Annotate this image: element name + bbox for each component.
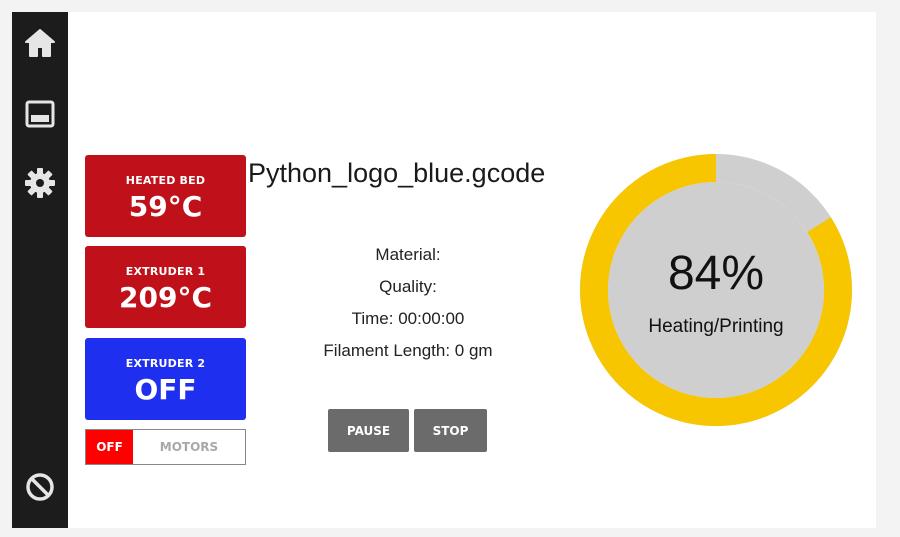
quality-info: Quality: bbox=[379, 277, 437, 296]
stop-button[interactable]: STOP bbox=[414, 409, 487, 452]
job-filename: Python_logo_blue.gcode bbox=[248, 158, 546, 188]
sidebar bbox=[12, 12, 68, 528]
heated-bed-tile[interactable]: HEATED BED 59°C bbox=[85, 155, 246, 237]
heated-bed-temperature: 59°C bbox=[128, 189, 203, 223]
progress-percent: 84% bbox=[667, 247, 765, 300]
gear-icon bbox=[25, 168, 55, 198]
cancel-circle-icon bbox=[26, 473, 54, 501]
extruder-2-temperature: OFF bbox=[134, 372, 197, 406]
motors-toggle[interactable]: OFF MOTORS bbox=[85, 429, 246, 465]
time-info: Time: 00:00:00 bbox=[351, 309, 465, 328]
extruder-2-tile[interactable]: EXTRUDER 2 OFF bbox=[85, 338, 246, 420]
display-button[interactable] bbox=[12, 89, 68, 139]
extruder-1-label: EXTRUDER 1 bbox=[125, 264, 206, 278]
home-button[interactable] bbox=[12, 18, 68, 68]
progress-status: Heating/Printing bbox=[648, 316, 784, 337]
settings-button[interactable] bbox=[12, 158, 68, 208]
cancel-button[interactable] bbox=[12, 462, 68, 512]
progress-gauge: 84% Heating/Printing bbox=[580, 154, 852, 426]
material-info: Material: bbox=[375, 245, 441, 264]
filament-length-info: Filament Length: 0 gm bbox=[323, 341, 493, 360]
pause-button[interactable]: PAUSE bbox=[328, 409, 409, 452]
extruder-1-temperature: 209°C bbox=[119, 280, 212, 314]
motors-label: MOTORS bbox=[159, 440, 219, 454]
display-panel-icon bbox=[25, 100, 55, 128]
extruder-2-label: EXTRUDER 2 bbox=[125, 356, 206, 370]
extruder-1-tile[interactable]: EXTRUDER 1 209°C bbox=[85, 246, 246, 328]
heated-bed-label: HEATED BED bbox=[125, 173, 206, 187]
motors-state: OFF bbox=[86, 430, 133, 464]
home-icon bbox=[25, 29, 55, 57]
